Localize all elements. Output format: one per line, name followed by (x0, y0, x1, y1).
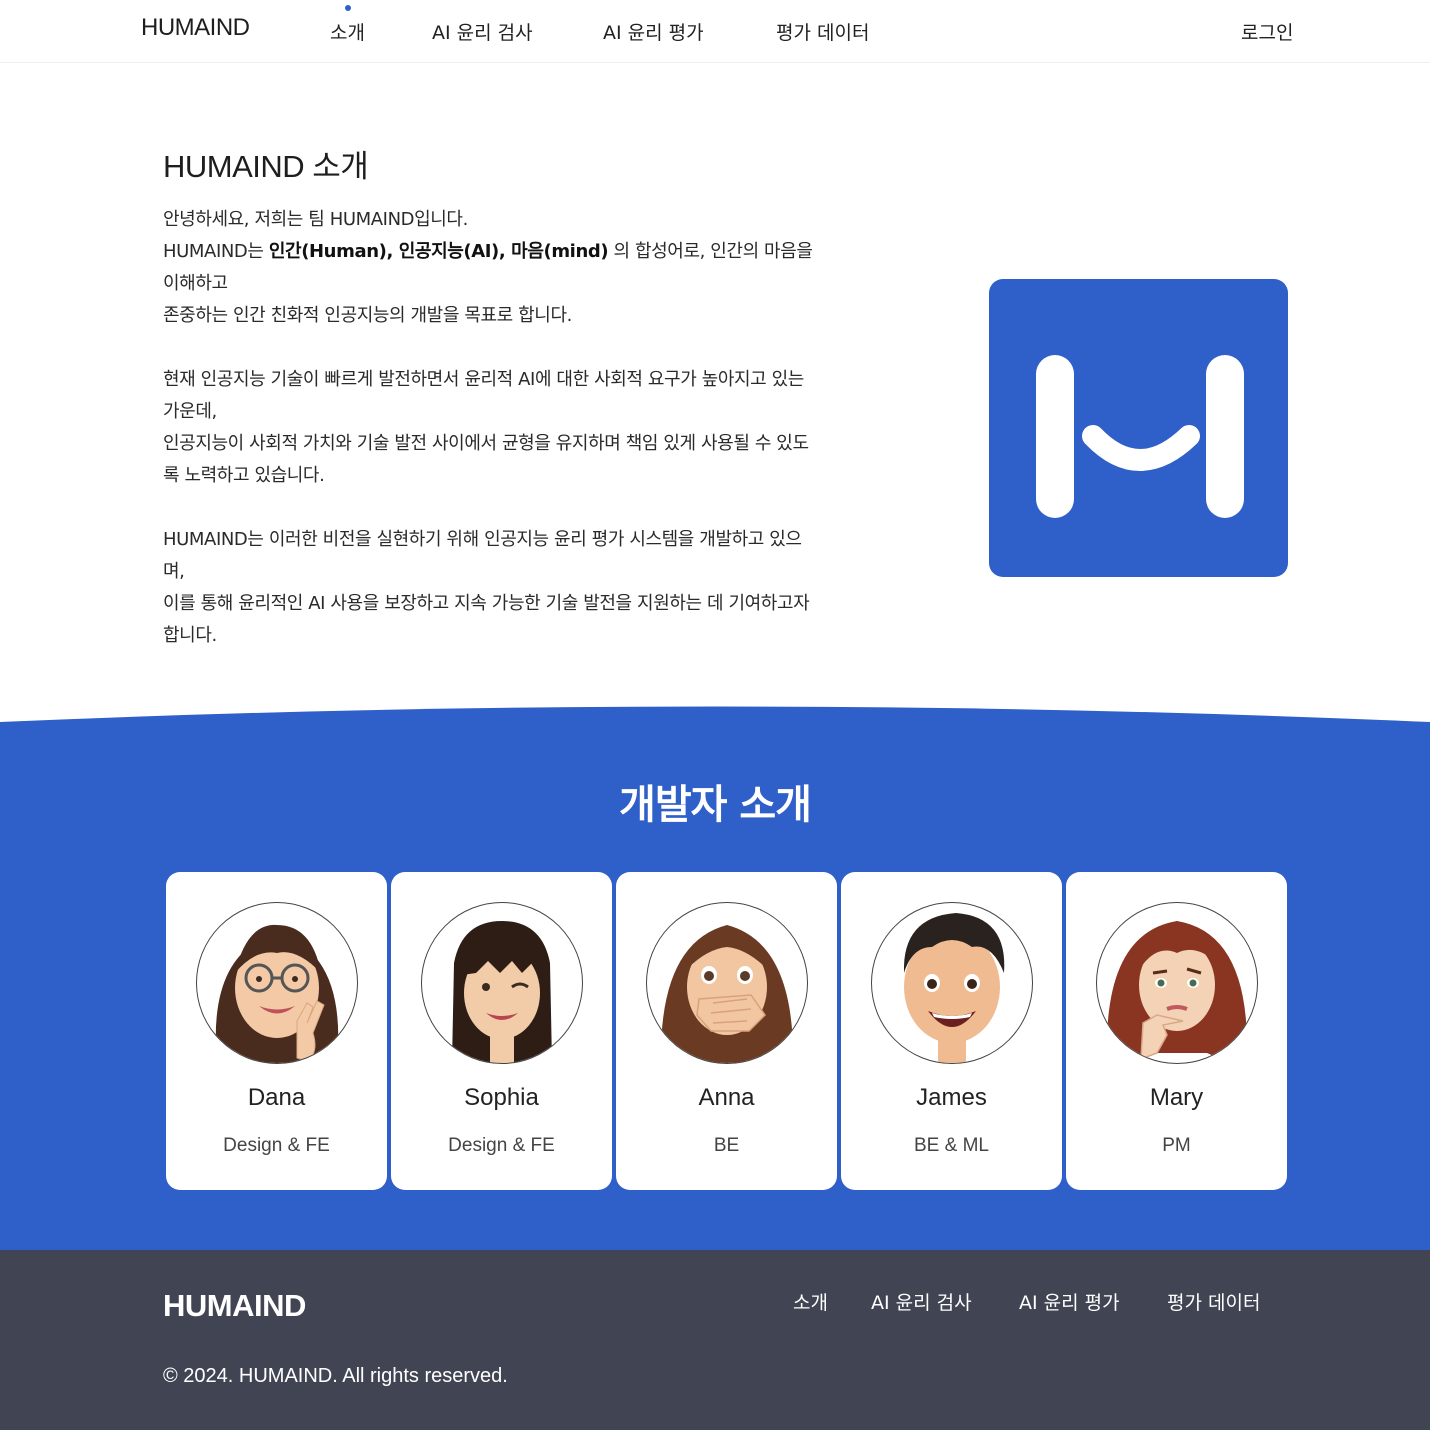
developer-role: BE (713, 1135, 740, 1156)
developer-name: Mary (1149, 1084, 1204, 1111)
intro-text: HUMAIND는 이러한 비전을 실현하기 위해 인공지능 윤리 평가 시스템을… (163, 529, 802, 582)
intro-text: 인공지능이 사회적 가치와 기술 발전 사이에서 균형을 유지하며 책임 있게 … (163, 433, 809, 486)
developer-role: PM (1162, 1135, 1191, 1156)
site-logo[interactable]: HUMAIND (141, 14, 250, 42)
intro-text: 존중하는 인간 친화적 인공지능의 개발을 목표로 합니다. (163, 305, 572, 326)
active-nav-indicator (345, 5, 351, 11)
developers-title: 개발자 소개 (619, 782, 812, 828)
nav-item-about[interactable]: 소개 (330, 18, 365, 45)
intro-text: 현재 인공지능 기술이 빠르게 발전하면서 윤리적 AI에 대한 사회적 요구가… (163, 369, 804, 422)
intro-bold-text: 인간(Human), 인공지능(AI), 마음(mind) (268, 241, 609, 262)
developer-name: James (916, 1084, 987, 1111)
footer-link-about[interactable]: 소개 (793, 1288, 828, 1315)
footer-link-evaluation-data[interactable]: 평가 데이터 (1167, 1288, 1260, 1315)
developer-card-mary: Mary PM (1066, 872, 1287, 1190)
developer-role: Design & FE (223, 1135, 330, 1156)
intro-text: HUMAIND는 (163, 241, 269, 262)
intro-greeting: 안녕하세요, 저희는 팀 HUMAIND입니다. (163, 209, 468, 230)
site-footer: HUMAIND 소개 AI 윤리 검사 AI 윤리 평가 평가 데이터 © 20… (0, 1250, 1430, 1430)
intro-title: HUMAIND 소개 (163, 149, 369, 184)
intro-paragraph-3: HUMAIND는 이러한 비전을 실현하기 위해 인공지능 윤리 평가 시스템을… (163, 524, 823, 652)
developer-name: Sophia (464, 1084, 539, 1111)
avatar-mary (1096, 902, 1258, 1064)
developer-card-sophia: Sophia Design & FE (391, 872, 612, 1190)
login-link[interactable]: 로그인 (1241, 18, 1293, 45)
developer-name: Dana (247, 1084, 306, 1111)
developer-card-anna: Anna BE (616, 872, 837, 1190)
nav-item-evaluation-data[interactable]: 평가 데이터 (776, 18, 869, 45)
avatar-dana (196, 902, 358, 1064)
footer-logo[interactable]: HUMAIND (163, 1288, 306, 1324)
developer-role: BE & ML (914, 1135, 989, 1156)
footer-link-ethics-evaluation[interactable]: AI 윤리 평가 (1019, 1288, 1120, 1315)
site-header: HUMAIND 소개 AI 윤리 검사 AI 윤리 평가 평가 데이터 로그인 (0, 0, 1430, 63)
developer-card-james: James BE & ML (841, 872, 1062, 1190)
humaind-logo-icon (989, 279, 1288, 577)
developer-role: Design & FE (448, 1135, 555, 1156)
developer-card-dana: Dana Design & FE (166, 872, 387, 1190)
nav-item-ethics-evaluation[interactable]: AI 윤리 평가 (603, 18, 704, 45)
developer-name: Anna (698, 1084, 755, 1111)
intro-paragraph-2: 현재 인공지능 기술이 빠르게 발전하면서 윤리적 AI에 대한 사회적 요구가… (163, 364, 823, 492)
nav-item-ethics-check[interactable]: AI 윤리 검사 (432, 18, 533, 45)
avatar-james (871, 902, 1033, 1064)
avatar-anna (646, 902, 808, 1064)
footer-link-ethics-check[interactable]: AI 윤리 검사 (871, 1288, 972, 1315)
avatar-sophia (421, 902, 583, 1064)
intro-text: 이를 통해 윤리적인 AI 사용을 보장하고 지속 가능한 기술 발전을 지원하… (163, 593, 810, 646)
intro-body: 안녕하세요, 저희는 팀 HUMAIND입니다. HUMAIND는 인간(Hum… (163, 204, 823, 684)
copyright-text: © 2024. HUMAIND. All rights reserved. (163, 1365, 508, 1387)
intro-paragraph-1: 안녕하세요, 저희는 팀 HUMAIND입니다. HUMAIND는 인간(Hum… (163, 204, 823, 332)
